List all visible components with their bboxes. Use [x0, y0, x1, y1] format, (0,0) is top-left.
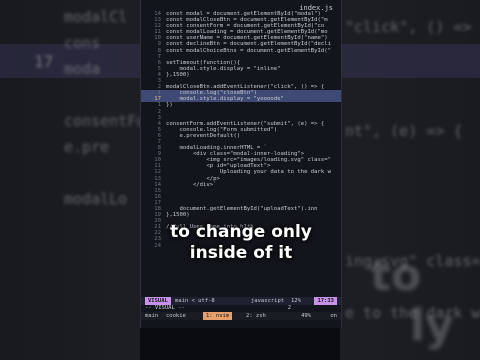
- battery-indicator: 49%: [301, 313, 311, 319]
- cursor-position: 17:33: [314, 297, 337, 305]
- mode-indicator: VISUAL: [145, 297, 171, 305]
- code-editor[interactable]: 14 const modal = document.getElementById(…: [141, 11, 341, 249]
- vim-statusline: VISUAL main < utf-8 javascript 12% 17:33: [141, 297, 341, 305]
- selection-count: 2: [287, 305, 291, 311]
- right-vignette: [340, 0, 480, 360]
- tmux-session: main: [145, 313, 159, 319]
- wifi-indicator: on: [330, 313, 337, 319]
- terminal-window: index.js 14 const modal = document.getEle…: [140, 0, 342, 328]
- left-vignette: [0, 0, 140, 360]
- branch-info: main < utf-8: [175, 298, 215, 304]
- scroll-percent: 12%: [291, 298, 301, 304]
- tmux-tab-cookie[interactable]: cookie: [163, 312, 189, 320]
- tmux-tab-nvim[interactable]: 1: nvim: [203, 312, 233, 320]
- tmux-statusbar: main cookie 1: nvim 2: zsh 49% on: [141, 312, 341, 320]
- command-line: -- VISUAL --: [145, 305, 185, 311]
- bottom-bar: [140, 328, 340, 360]
- tmux-tab-zsh[interactable]: 2: zsh: [243, 312, 269, 320]
- caption-line-2: inside of it: [189, 243, 293, 263]
- caption-line-1: to change only: [170, 222, 312, 242]
- filetype-label: javascript: [251, 298, 285, 304]
